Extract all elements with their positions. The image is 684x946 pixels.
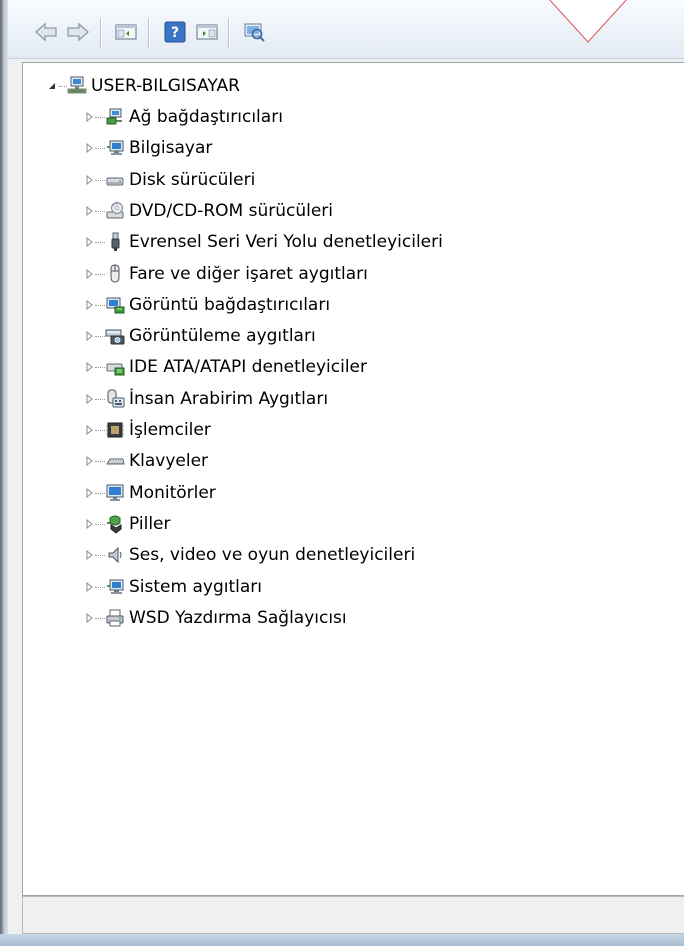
help-icon[interactable]: ? xyxy=(163,20,187,44)
tree-item-label: Ses, video ve oyun denetleyicileri xyxy=(129,545,416,565)
tree-item-processor[interactable]: İşlemciler xyxy=(23,415,663,445)
tree-item-label: Sistem aygıtları xyxy=(129,577,262,597)
forward-arrow-icon[interactable] xyxy=(66,20,90,44)
monitor-icon xyxy=(106,484,124,501)
tree-root[interactable]: USER-BILGISAYAR xyxy=(23,71,663,101)
mouse-icon xyxy=(110,264,120,283)
window-frame-left xyxy=(0,0,8,946)
collapse-arrow-icon[interactable] xyxy=(47,81,57,91)
tree-item-usb[interactable]: Evrensel Seri Veri Yolu denetleyicileri xyxy=(23,227,663,257)
tree-item-label: İnsan Arabirim Aygıtları xyxy=(129,389,329,409)
tree-item-mouse[interactable]: Fare ve diğer işaret aygıtları xyxy=(23,259,663,289)
computer-network-icon xyxy=(67,76,87,94)
computer-icon xyxy=(107,140,124,155)
tree-item-speaker[interactable]: Ses, video ve oyun denetleyicileri xyxy=(23,540,663,570)
tree-item-label: Görüntü bağdaştırıcıları xyxy=(129,295,331,315)
toolbar: ? xyxy=(8,0,684,59)
expand-arrow-icon[interactable] xyxy=(85,143,95,153)
tree-item-hid[interactable]: İnsan Arabirim Aygıtları xyxy=(23,384,663,414)
expand-arrow-icon[interactable] xyxy=(85,425,95,435)
expand-arrow-icon[interactable] xyxy=(85,550,95,560)
expand-arrow-icon[interactable] xyxy=(85,582,95,592)
tree-item-label: IDE ATA/ATAPI denetleyiciler xyxy=(129,357,368,377)
action-pane-icon[interactable] xyxy=(195,20,219,44)
tab-notch xyxy=(549,0,627,43)
tree-item-disk-drive[interactable]: Disk sürücüleri xyxy=(23,165,663,195)
tree-item-label: Evrensel Seri Veri Yolu denetleyicileri xyxy=(129,232,443,252)
speaker-icon xyxy=(108,546,122,564)
console-tree-icon[interactable] xyxy=(114,20,138,44)
system-devices-icon xyxy=(107,579,124,594)
back-arrow-icon[interactable] xyxy=(34,20,58,44)
toolbar-separator xyxy=(148,18,150,48)
expand-arrow-icon[interactable] xyxy=(85,362,95,372)
expand-arrow-icon[interactable] xyxy=(85,519,95,529)
tree-item-battery[interactable]: Piller xyxy=(23,509,663,539)
status-bar xyxy=(22,896,684,934)
usb-icon xyxy=(111,232,120,251)
expand-arrow-icon[interactable] xyxy=(85,456,95,466)
expand-arrow-icon[interactable] xyxy=(85,237,95,247)
tree-item-label: Bilgisayar xyxy=(129,138,213,158)
tree-item-label: Görüntüleme aygıtları xyxy=(129,326,316,346)
printer-icon xyxy=(106,609,124,627)
tree-item-display-adapter[interactable]: Görüntü bağdaştırıcıları xyxy=(23,290,663,320)
expand-arrow-icon[interactable] xyxy=(85,300,95,310)
expand-arrow-icon[interactable] xyxy=(85,488,95,498)
processor-icon xyxy=(106,422,124,438)
expand-arrow-icon[interactable] xyxy=(85,175,95,185)
tree-item-ide-controller[interactable]: IDE ATA/ATAPI denetleyiciler xyxy=(23,352,663,382)
dvd-drive-icon xyxy=(106,202,124,219)
window-frame-bottom xyxy=(0,934,684,946)
expand-arrow-icon[interactable] xyxy=(85,331,95,341)
tree-item-label: DVD/CD-ROM sürücüleri xyxy=(129,201,334,221)
tree-item-label: İşlemciler xyxy=(129,420,211,440)
tree-item-system-devices[interactable]: Sistem aygıtları xyxy=(23,572,663,602)
tree-root-label: USER-BILGISAYAR xyxy=(91,76,240,96)
tree-item-label: Klavyeler xyxy=(129,451,209,471)
tree-item-monitor[interactable]: Monitörler xyxy=(23,478,663,508)
tree-item-network-adapter[interactable]: Ağ bağdaştırıcıları xyxy=(23,102,663,132)
tree-item-label: Monitörler xyxy=(129,483,216,503)
keyboard-icon xyxy=(106,458,125,465)
tree-item-label: Piller xyxy=(129,514,171,534)
toolbar-separator xyxy=(100,18,102,48)
scan-hardware-icon[interactable] xyxy=(242,20,266,44)
tree-item-computer[interactable]: Bilgisayar xyxy=(23,133,663,163)
expand-arrow-icon[interactable] xyxy=(85,112,95,122)
expand-arrow-icon[interactable] xyxy=(85,394,95,404)
disk-drive-icon xyxy=(106,177,124,186)
imaging-device-icon xyxy=(105,329,125,345)
expand-arrow-icon[interactable] xyxy=(85,269,95,279)
ide-controller-icon xyxy=(106,363,125,376)
toolbar-separator xyxy=(228,18,230,48)
tree-item-label: Fare ve diğer işaret aygıtları xyxy=(129,264,368,284)
tree-item-printer[interactable]: WSD Yazdırma Sağlayıcısı xyxy=(23,603,663,633)
tree-item-label: Ağ bağdaştırıcıları xyxy=(129,107,283,127)
display-adapter-icon xyxy=(106,297,125,314)
tree-item-label: Disk sürücüleri xyxy=(129,170,256,190)
expand-arrow-icon[interactable] xyxy=(85,613,95,623)
svg-text:?: ? xyxy=(171,25,179,41)
expand-arrow-icon[interactable] xyxy=(85,206,95,216)
tree-item-imaging-device[interactable]: Görüntüleme aygıtları xyxy=(23,321,663,351)
tree-item-keyboard[interactable]: Klavyeler xyxy=(23,446,663,476)
network-adapter-icon xyxy=(106,108,122,125)
tree-item-label: WSD Yazdırma Sağlayıcısı xyxy=(129,608,347,628)
tree-item-dvd-drive[interactable]: DVD/CD-ROM sürücüleri xyxy=(23,196,663,226)
hid-icon xyxy=(107,389,125,408)
device-tree: USER-BILGISAYAR Ağ bağdaştırıcıları Bilgi… xyxy=(22,62,684,896)
battery-icon xyxy=(107,515,122,534)
